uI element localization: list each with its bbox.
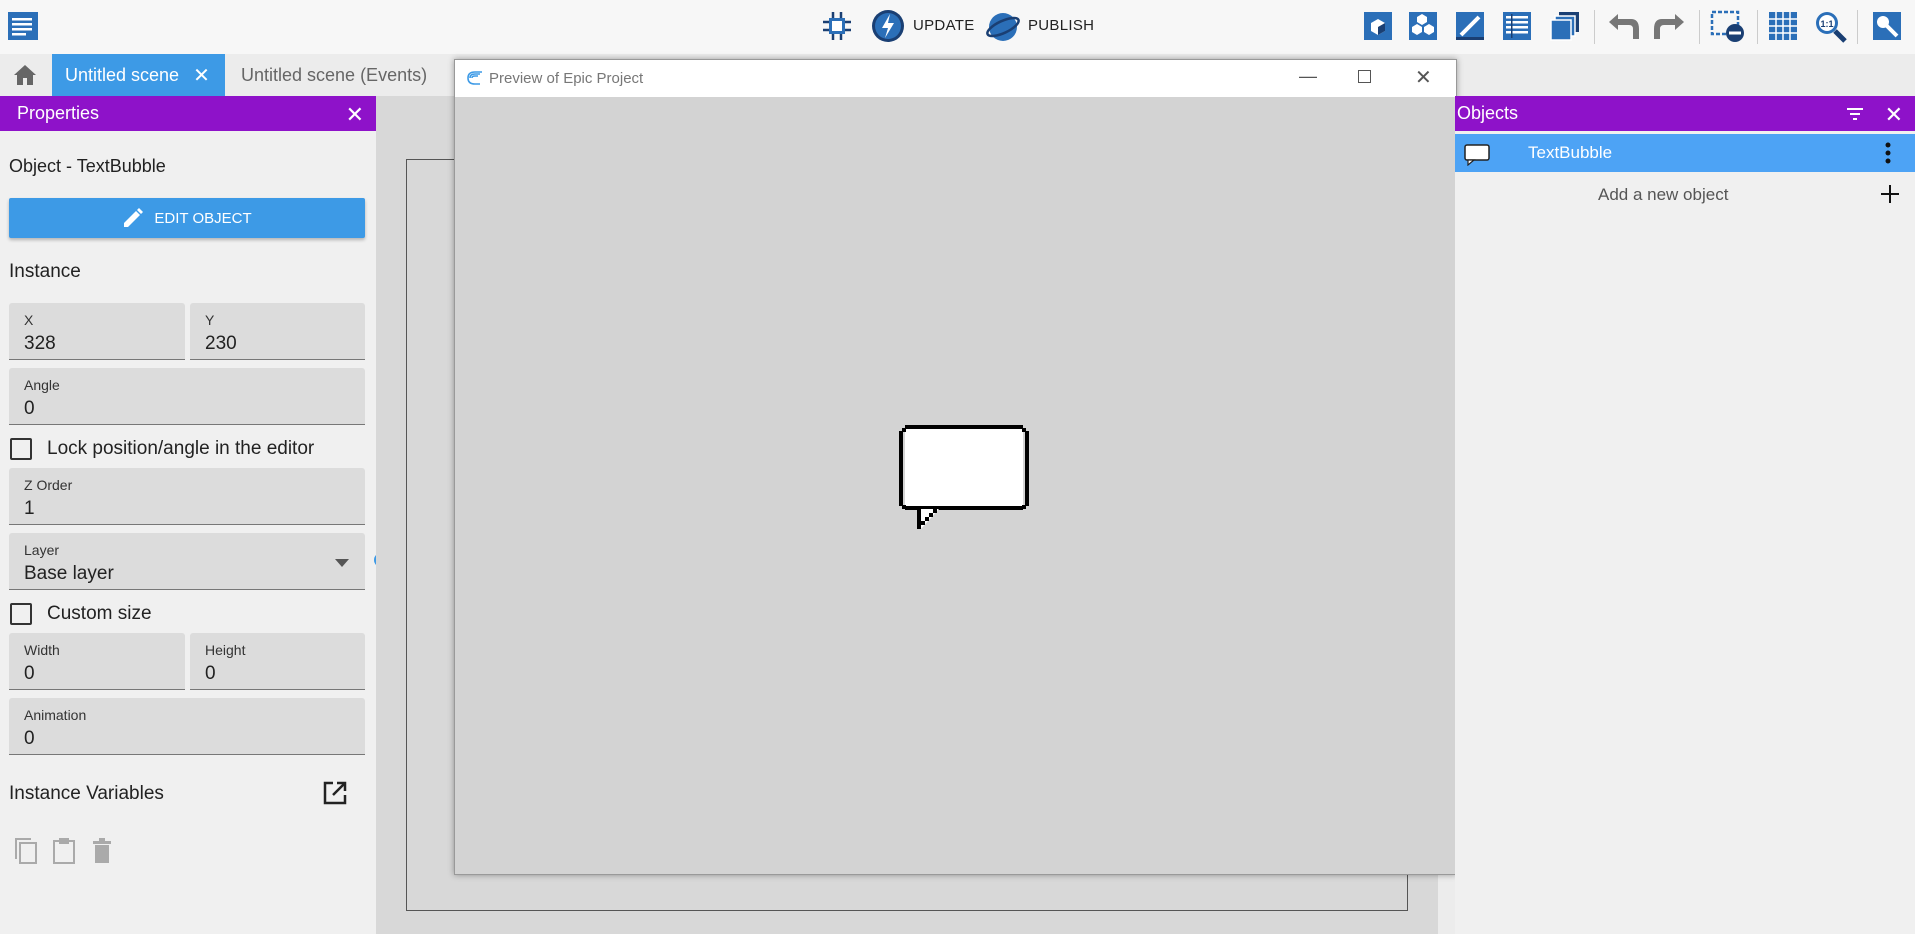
toolbar-divider	[1757, 10, 1758, 44]
update-icon[interactable]	[870, 8, 906, 44]
publish-icon[interactable]	[985, 8, 1021, 44]
add-new-object-row[interactable]: Add a new object	[1455, 176, 1915, 212]
height-label: Height	[205, 642, 246, 658]
toolbar-divider	[1857, 10, 1858, 44]
text-bubble-sprite	[899, 425, 1029, 535]
svg-text:1:1: 1:1	[1820, 19, 1833, 29]
object-groups-icon[interactable]	[1360, 8, 1396, 44]
custom-size-label: Custom size	[47, 603, 152, 624]
width-value: 0	[24, 663, 35, 684]
layer-value: Base layer	[24, 563, 114, 584]
object-name: TextBubble	[1528, 143, 1613, 162]
gdevelop-logo-icon	[467, 71, 482, 85]
z-order-field[interactable]: Z Order 1	[9, 468, 365, 525]
layers-panel-icon[interactable]	[1547, 8, 1583, 44]
toolbar-divider	[1699, 10, 1700, 44]
copy-icon[interactable]	[13, 837, 39, 865]
objects-panel-icon[interactable]	[1405, 8, 1441, 44]
animation-label: Animation	[24, 707, 87, 723]
x-value: 328	[24, 333, 56, 354]
open-external-icon[interactable]	[322, 780, 348, 806]
home-icon	[14, 65, 36, 85]
edit-object-label: EDIT OBJECT	[154, 209, 252, 227]
preview-title: Preview of Epic Project	[489, 70, 644, 87]
height-field[interactable]: Height 0	[190, 633, 365, 690]
text-bubble-icon	[1464, 144, 1490, 166]
main-toolbar: UPDATE PUBLISH 1:1	[0, 0, 1915, 54]
lock-position-label: Lock position/angle in the editor	[47, 438, 315, 459]
objects-panel: Objects ✕ TextBubble Add a new object	[1455, 96, 1915, 934]
filter-icon[interactable]	[1846, 107, 1864, 121]
add-object-label: Add a new object	[1598, 185, 1729, 204]
tab-home[interactable]	[0, 54, 50, 96]
properties-panel: Properties ✕ Object - TextBubble EDIT OB…	[0, 96, 376, 934]
minimize-icon[interactable]: —	[1299, 66, 1317, 87]
toolbar-divider	[1594, 10, 1595, 44]
object-list-item[interactable]: TextBubble	[1455, 134, 1915, 172]
panel-title: Properties	[17, 103, 100, 123]
instance-variables-title: Instance Variables	[9, 783, 164, 804]
debugger-icon[interactable]	[819, 8, 855, 44]
project-manager-icon[interactable]	[5, 8, 41, 44]
update-button[interactable]: UPDATE	[913, 17, 975, 34]
pencil-icon	[124, 208, 144, 227]
angle-label: Angle	[24, 377, 60, 393]
lock-position-checkbox[interactable]	[10, 438, 32, 460]
properties-header: Properties ✕	[0, 96, 376, 131]
layer-label: Layer	[24, 542, 60, 558]
close-icon[interactable]: ✕	[346, 102, 364, 128]
scene-settings-icon[interactable]	[1869, 8, 1905, 44]
close-icon[interactable]: ✕	[1415, 65, 1432, 90]
close-icon[interactable]: ✕	[1885, 102, 1903, 128]
chevron-down-icon	[335, 559, 349, 567]
height-value: 0	[205, 663, 216, 684]
tab-label: Untitled scene (Events)	[241, 64, 428, 85]
tab-untitled-scene-events[interactable]: Untitled scene (Events)	[225, 54, 455, 96]
zoom-reset-icon[interactable]: 1:1	[1812, 8, 1848, 44]
undo-icon[interactable]	[1605, 8, 1641, 44]
width-field[interactable]: Width 0	[9, 633, 185, 690]
angle-value: 0	[24, 398, 35, 419]
edit-object-button[interactable]: EDIT OBJECT	[9, 198, 365, 238]
x-label: X	[24, 312, 34, 328]
animation-value: 0	[24, 728, 35, 749]
plus-icon[interactable]	[1880, 184, 1900, 204]
y-value: 230	[205, 333, 237, 354]
instance-section-title: Instance	[9, 261, 81, 282]
paste-icon[interactable]	[51, 836, 77, 864]
properties-panel-icon[interactable]	[1452, 8, 1488, 44]
tab-label: Untitled scene	[65, 64, 180, 85]
delete-selection-icon[interactable]	[1710, 8, 1746, 44]
publish-button[interactable]: PUBLISH	[1028, 17, 1094, 34]
x-field[interactable]: X 328	[9, 303, 185, 360]
close-icon[interactable]: ✕	[193, 63, 210, 88]
width-label: Width	[24, 642, 60, 658]
z-order-value: 1	[24, 498, 35, 519]
objects-header: Objects ✕	[1455, 96, 1915, 131]
redo-icon[interactable]	[1652, 8, 1688, 44]
animation-field[interactable]: Animation 0	[9, 698, 365, 755]
tab-untitled-scene[interactable]: Untitled scene ✕	[52, 54, 225, 96]
y-field[interactable]: Y 230	[190, 303, 365, 360]
y-label: Y	[205, 312, 215, 328]
preview-titlebar[interactable]: Preview of Epic Project — ✕	[455, 60, 1456, 97]
grid-toggle-icon[interactable]	[1765, 8, 1801, 44]
instances-list-icon[interactable]	[1499, 8, 1535, 44]
angle-field[interactable]: Angle 0	[9, 368, 365, 425]
layer-select[interactable]: Layer Base layer	[9, 533, 365, 590]
preview-window[interactable]: Preview of Epic Project — ✕	[454, 59, 1457, 875]
more-vertical-icon[interactable]	[1885, 142, 1891, 164]
maximize-icon[interactable]	[1358, 70, 1371, 83]
object-title: Object - TextBubble	[9, 156, 166, 176]
custom-size-checkbox[interactable]	[10, 603, 32, 625]
panel-title: Objects	[1457, 103, 1519, 123]
z-order-label: Z Order	[24, 477, 73, 493]
delete-icon[interactable]	[91, 838, 113, 864]
